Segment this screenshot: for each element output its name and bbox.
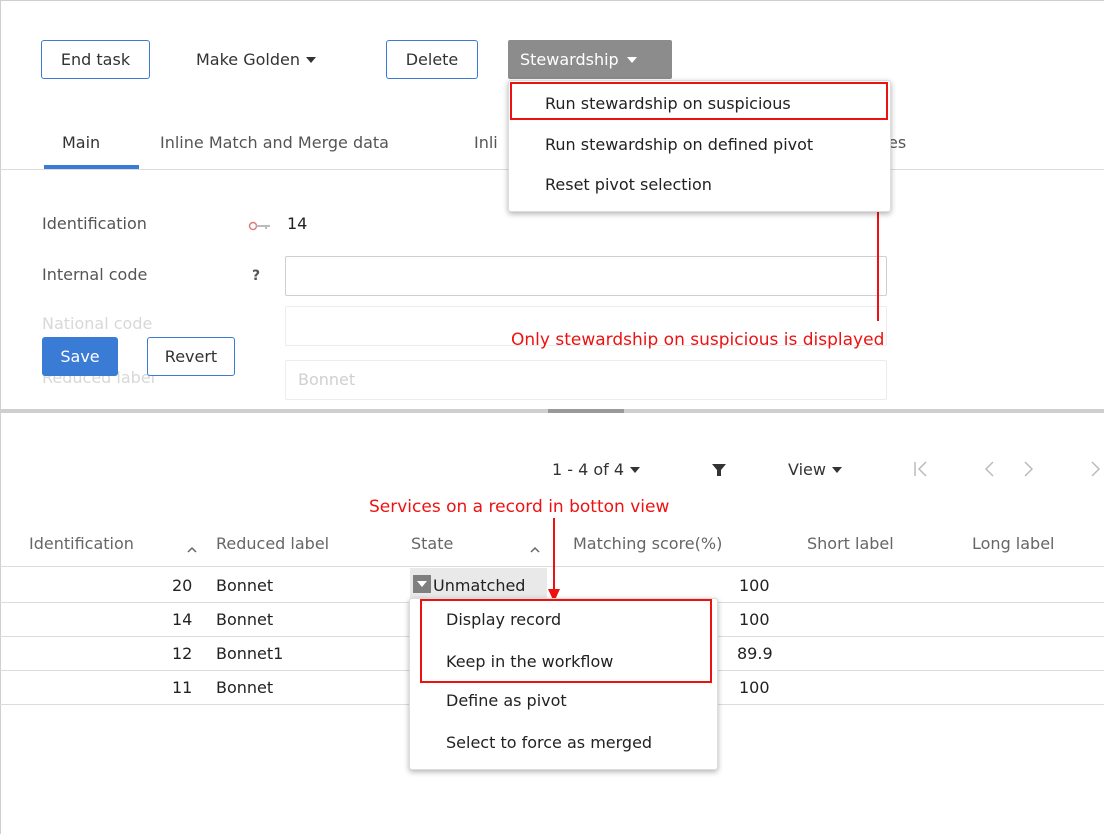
- make-golden-button[interactable]: Make Golden: [196, 50, 317, 69]
- tab-inline-partial[interactable]: Inli: [474, 133, 498, 152]
- cell-id: 14: [172, 610, 193, 629]
- cell-reduced-label: Bonnet: [216, 678, 274, 697]
- make-golden-label: Make Golden: [196, 50, 301, 69]
- identification-label: Identification: [42, 214, 147, 233]
- cell-score: 100: [739, 678, 770, 697]
- cell-score: 89.9: [737, 644, 773, 663]
- pager-range[interactable]: 1 - 4 of 4: [552, 460, 641, 479]
- stewardship-label: Stewardship: [520, 50, 619, 69]
- save-label: Save: [60, 347, 100, 366]
- cell-score: 100: [739, 610, 770, 629]
- highlight-box-top: [510, 82, 888, 120]
- last-page-icon[interactable]: [1090, 460, 1104, 482]
- first-page-icon[interactable]: [913, 460, 929, 482]
- splitter-handle[interactable]: [548, 409, 624, 413]
- menu-item-reset-pivot[interactable]: Reset pivot selection: [509, 175, 890, 194]
- menu-item-run-defined-pivot[interactable]: Run stewardship on defined pivot: [509, 135, 890, 154]
- delete-button[interactable]: Delete: [386, 40, 478, 79]
- delete-label: Delete: [405, 50, 459, 69]
- identification-value: 14: [287, 214, 308, 233]
- sort-asc-icon[interactable]: [529, 540, 541, 559]
- cell-reduced-label: Bonnet: [216, 576, 274, 595]
- chevron-down-icon: [831, 466, 842, 473]
- save-button[interactable]: Save: [42, 337, 118, 376]
- chevron-down-icon: [630, 466, 641, 473]
- column-header-matching-score[interactable]: Matching score(%): [573, 534, 722, 553]
- highlight-box-bottom: [420, 599, 712, 683]
- cell-state: Unmatched: [433, 576, 526, 595]
- state-dropdown-icon[interactable]: [413, 575, 431, 593]
- key-icon: [248, 217, 272, 236]
- chevron-down-icon: [306, 56, 317, 63]
- column-header-long-label[interactable]: Long label: [972, 534, 1055, 553]
- revert-button[interactable]: Revert: [147, 337, 235, 376]
- annotation-arrow-bottom: [546, 518, 562, 606]
- reduced-label-input[interactable]: Bonnet: [285, 360, 887, 400]
- internal-code-label: Internal code: [42, 265, 148, 284]
- end-task-button[interactable]: End task: [41, 40, 150, 79]
- column-header-identification[interactable]: Identification: [29, 534, 134, 553]
- filter-icon[interactable]: [711, 462, 727, 482]
- internal-code-input[interactable]: [285, 256, 887, 296]
- stewardship-button[interactable]: Stewardship: [508, 40, 672, 79]
- column-header-short-label[interactable]: Short label: [807, 534, 894, 553]
- cell-id: 12: [172, 644, 193, 663]
- cell-reduced-label: Bonnet: [216, 610, 274, 629]
- cell-reduced-label: Bonnet1: [216, 644, 284, 663]
- chevron-down-icon: [626, 56, 637, 63]
- pager-range-label: 1 - 4 of 4: [552, 460, 625, 479]
- annotation-top: Only stewardship on suspicious is displa…: [511, 330, 885, 350]
- cell-id: 20: [172, 576, 193, 595]
- prev-page-icon[interactable]: [983, 460, 995, 482]
- end-task-label: End task: [60, 50, 131, 69]
- help-icon[interactable]: ?: [252, 268, 260, 284]
- view-button[interactable]: View: [788, 460, 842, 479]
- next-page-icon[interactable]: [1023, 460, 1035, 482]
- national-code-label: National code: [42, 314, 153, 333]
- menu-item-force-merged[interactable]: Select to force as merged: [410, 733, 717, 752]
- reduced-label-value: Bonnet: [298, 370, 356, 389]
- revert-label: Revert: [164, 347, 218, 366]
- annotation-bottom: Services on a record in botton view: [369, 497, 670, 517]
- tab-inline-match-merge[interactable]: Inline Match and Merge data: [160, 133, 389, 152]
- tab-main[interactable]: Main: [62, 133, 100, 152]
- sort-asc-icon[interactable]: [186, 540, 198, 559]
- column-header-reduced-label[interactable]: Reduced label: [216, 534, 329, 553]
- column-header-state[interactable]: State: [411, 534, 453, 553]
- menu-item-define-pivot[interactable]: Define as pivot: [410, 691, 717, 710]
- cell-score: 100: [739, 576, 770, 595]
- cell-id: 11: [172, 678, 193, 697]
- view-label: View: [788, 460, 826, 479]
